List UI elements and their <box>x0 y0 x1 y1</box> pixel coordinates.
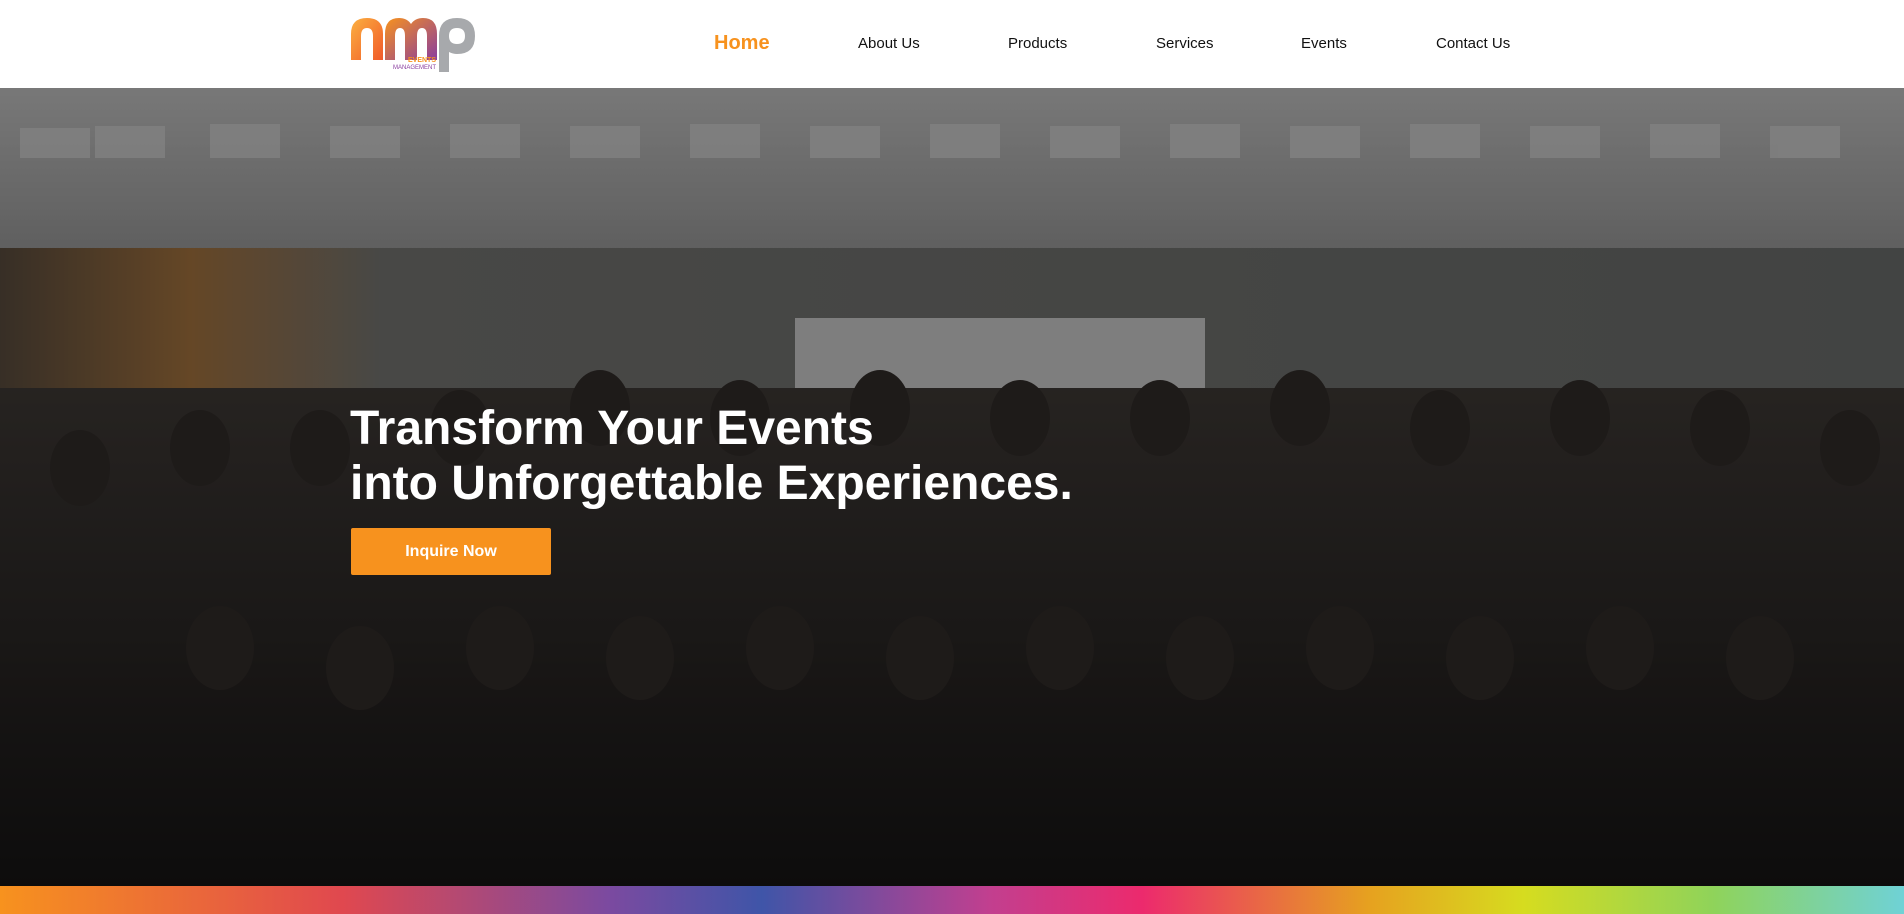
nav-services[interactable]: Services <box>1156 35 1214 52</box>
nav-contact-us[interactable]: Contact Us <box>1436 35 1510 52</box>
hero-title: Transform Your Events into Unforgettable… <box>350 401 1073 511</box>
hero-title-line-1: Transform Your Events <box>350 402 874 455</box>
nav-about-us[interactable]: About Us <box>858 35 920 52</box>
color-stripe <box>0 886 1904 914</box>
nav-products[interactable]: Products <box>1008 35 1067 52</box>
logo-mark: EVENTS MANAGEMENT <box>351 18 475 72</box>
site-header: EVENTS MANAGEMENT Home About Us Products… <box>0 0 1904 88</box>
hero-section: Transform Your Events into Unforgettable… <box>0 88 1904 886</box>
inquire-now-button[interactable]: Inquire Now <box>351 528 551 575</box>
hero-title-line-2: into Unforgettable Experiences. <box>350 457 1073 510</box>
logo-tagline-2: MANAGEMENT <box>393 65 436 71</box>
logo-tagline-1: EVENTS <box>408 57 436 64</box>
nav-events[interactable]: Events <box>1301 35 1347 52</box>
logo[interactable]: EVENTS MANAGEMENT <box>349 12 485 74</box>
nav-home[interactable]: Home <box>714 32 770 55</box>
